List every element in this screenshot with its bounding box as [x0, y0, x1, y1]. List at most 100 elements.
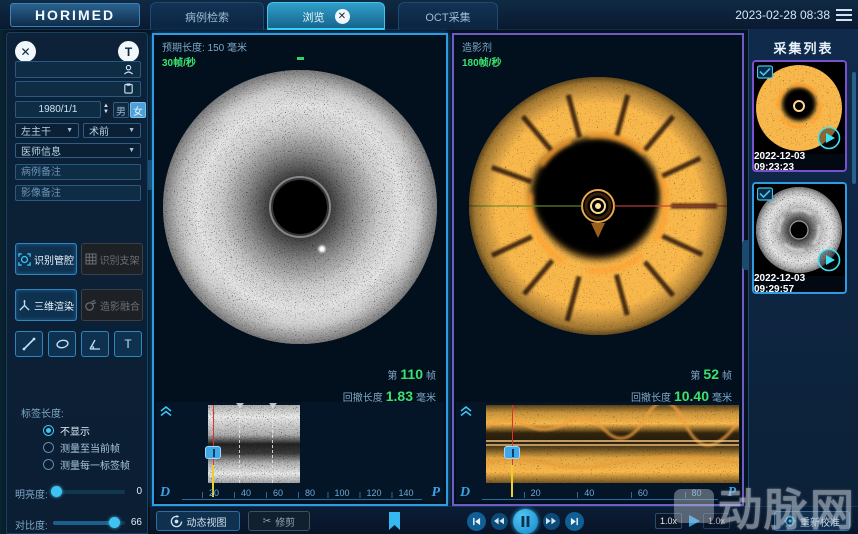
patient-sidebar: ✕ T ▲▼ 男 女 左主干▼ 术前▼ 医师信息▼ 识别管腔 [6, 32, 148, 534]
ruler-tick: 40 [241, 488, 251, 498]
date-spinner[interactable]: ▲▼ [103, 103, 109, 115]
radio-label: 不显示 [60, 423, 90, 438]
gender-female-button[interactable]: 女 [130, 102, 146, 118]
contrast-slider[interactable] [53, 521, 125, 525]
tool-text-button[interactable]: T [114, 331, 142, 357]
speed-play-icon[interactable] [687, 514, 701, 528]
ruler-tick: 100 [334, 488, 349, 498]
chevron-down-icon: ▼ [128, 127, 135, 134]
line-tool-icon [22, 337, 36, 351]
brightness-slider[interactable] [53, 490, 125, 494]
export-icon[interactable]: T [118, 41, 139, 62]
render-3d-button[interactable]: 三维渲染 [15, 289, 77, 321]
tab-case-search[interactable]: 病例检索 [150, 2, 264, 30]
frame-slider-grip[interactable] [205, 446, 221, 459]
person-icon [123, 64, 134, 75]
identify-stent-button[interactable]: 识别支架 [81, 243, 143, 275]
oct-ruler: 20406080 [482, 486, 718, 500]
angio-fusion-button[interactable]: 造影融合 [81, 289, 143, 321]
ivus-longitudinal-image[interactable] [208, 405, 300, 483]
tool-line-button[interactable] [15, 331, 43, 357]
acquisition-collapse-handle[interactable] [742, 240, 748, 270]
ivus-view-panel: 预期长度: 150 毫米 30帧/秒 第110帧 回撤长度1.8 [152, 33, 448, 506]
acquisition-scrollbar[interactable] [852, 72, 856, 184]
tool-angle-button[interactable] [81, 331, 109, 357]
logo-text: HORIMED [35, 7, 115, 23]
speed-value: 1.0x [660, 516, 677, 526]
ivus-info: 预期长度: 150 毫米 30帧/秒 [162, 41, 247, 71]
tool-ellipse-button[interactable] [48, 331, 76, 357]
angle-tool-icon [88, 338, 102, 351]
distal-label: D [460, 485, 470, 501]
dynamic-view-button[interactable]: 动态视图 [156, 511, 240, 531]
fast-forward-button[interactable] [543, 513, 560, 530]
speed-value: 1.0x [708, 516, 725, 526]
three-d-icon [18, 299, 31, 312]
phase-select[interactable]: 术前▼ [83, 123, 141, 138]
chevron-down-icon: ▼ [66, 127, 73, 134]
play-icon[interactable] [817, 248, 841, 272]
expand-up-icon[interactable] [159, 405, 173, 417]
saved-badge-icon [757, 187, 773, 201]
acquisition-item-oct[interactable]: 2022-12-03 09:23:23 [752, 60, 847, 172]
doctor-select[interactable]: 医师信息▼ [15, 143, 141, 158]
fusion-icon [84, 299, 97, 312]
vessel-select[interactable]: 左主干▼ [15, 123, 79, 138]
skip-end-button[interactable] [565, 512, 584, 531]
ruler-tick: 20 [209, 488, 219, 498]
scissors-icon: ✂ [263, 516, 271, 527]
acquisition-timestamp: 2022-12-03 09:29:57 [754, 276, 845, 292]
case-note-input[interactable] [15, 164, 141, 180]
tab-oct-acquire[interactable]: OCT采集 [398, 2, 498, 30]
acquisition-item-ivus[interactable]: 2022-12-03 09:29:57 [752, 182, 847, 294]
gender-male-button[interactable]: 男 [113, 102, 129, 118]
ruler-tick: 120 [366, 488, 381, 498]
radio-option-none[interactable]: 不显示 [43, 423, 90, 438]
oct-view-panel: 造影剂 180帧/秒 [452, 33, 744, 506]
radio-option-every-label[interactable]: 测量每一标签帧 [43, 457, 130, 472]
stent-grid-icon [85, 253, 97, 265]
frame-label: 第 [387, 371, 397, 382]
contrast-thumb[interactable] [109, 517, 120, 528]
frame-slider-grip[interactable] [504, 446, 520, 459]
recalibrate-button[interactable]: 重新校准 [774, 511, 850, 531]
oct-contrast-info: 造影剂 [462, 41, 501, 56]
chevron-down-icon: ▼ [128, 147, 135, 154]
frame-unit: 帧 [722, 371, 732, 382]
ivus-speed-button[interactable]: 1.0x [655, 513, 682, 529]
oct-speed-button[interactable]: 1.0x [703, 513, 730, 529]
gender-male-label: 男 [116, 103, 126, 118]
oct-longitudinal-strip: D P 20406080 [456, 402, 740, 502]
oct-info: 造影剂 180帧/秒 [462, 41, 501, 71]
pause-button[interactable] [513, 509, 538, 534]
oct-cross-section-image[interactable] [467, 75, 729, 337]
tab-browse[interactable]: 浏览 ✕ [267, 2, 385, 30]
birthdate-input[interactable] [15, 101, 101, 118]
ivus-angle-marker [297, 57, 304, 60]
bookmark-marker-line[interactable] [239, 405, 240, 483]
expand-up-icon[interactable] [459, 405, 473, 417]
identify-lumen-button[interactable]: 识别管腔 [15, 243, 77, 275]
skip-start-button[interactable] [467, 512, 486, 531]
oct-longitudinal-image[interactable] [486, 405, 739, 483]
rewind-button[interactable] [491, 513, 508, 530]
hamburger-menu-icon[interactable] [836, 9, 852, 21]
bookmark-marker-line[interactable] [272, 405, 273, 483]
close-icon[interactable]: ✕ [15, 41, 36, 62]
radio-option-current-frame[interactable]: 测量至当前帧 [43, 440, 120, 455]
image-note-input[interactable] [15, 185, 141, 201]
brightness-thumb[interactable] [51, 486, 62, 497]
tab-close-icon[interactable]: ✕ [335, 9, 350, 24]
tab-label: 病例检索 [185, 9, 229, 25]
ruler-tick: 20 [531, 488, 541, 498]
radio-icon [43, 442, 54, 453]
ivus-cross-section-image[interactable] [162, 69, 438, 345]
trim-button[interactable]: ✂ 修剪 [248, 511, 310, 531]
acquisition-timestamp: 2022-12-03 09:23:23 [754, 154, 845, 170]
saved-badge-icon [757, 65, 773, 79]
ruler-tick: 40 [584, 488, 594, 498]
app-logo: HORIMED [10, 3, 140, 27]
brightness-value: 0 [136, 486, 142, 497]
radio-icon [43, 425, 54, 436]
play-icon[interactable] [817, 126, 841, 150]
